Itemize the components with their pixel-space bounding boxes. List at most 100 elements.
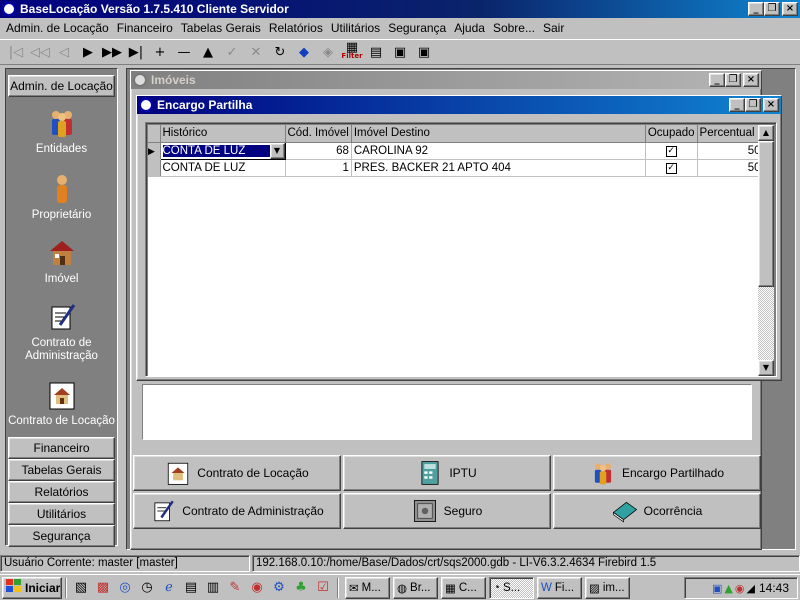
menu-seguranca[interactable]: Segurança — [384, 21, 450, 35]
cod-imovel-cell[interactable]: 68 — [285, 142, 352, 160]
tray-antivirus-icon[interactable]: ◉ — [735, 582, 745, 595]
ocorrencia-button[interactable]: Ocorrência — [553, 493, 761, 529]
iptu-button[interactable]: IPTU — [343, 455, 551, 491]
sidebar-section-relatorios[interactable]: Relatórios — [8, 481, 115, 503]
quicklaunch-doc-icon[interactable]: ▤ — [180, 577, 202, 599]
menu-sair[interactable]: Sair — [539, 21, 568, 35]
delete-icon[interactable]: — — [172, 41, 196, 63]
imovel-destino-cell[interactable]: PRES. BACKER 21 APTO 404 — [351, 159, 646, 177]
menu-ajuda[interactable]: Ajuda — [450, 21, 489, 35]
quicklaunch-target-icon[interactable]: ◉ — [246, 577, 268, 599]
report-icon[interactable]: ▤ — [364, 41, 388, 63]
task-explorer[interactable]: ▦ C... — [441, 576, 486, 599]
encargo-partilhado-button[interactable]: Encargo Partilhado — [553, 455, 761, 491]
insert-icon[interactable]: + — [148, 41, 172, 63]
tray-volume-icon[interactable]: ◢ — [747, 582, 755, 595]
menu-tabelas-gerais[interactable]: Tabelas Gerais — [177, 21, 265, 35]
percentual-cell[interactable]: 50 — [697, 159, 764, 177]
menu-admin-locacao[interactable]: Admin. de Locação — [2, 21, 113, 35]
close-button[interactable]: × — [743, 73, 759, 87]
quicklaunch-office-icon[interactable]: ▩ — [92, 577, 114, 599]
quicklaunch-clock-icon[interactable]: ◷ — [136, 577, 158, 599]
minimize-button[interactable]: _ — [709, 73, 725, 87]
clock[interactable]: 14:43 — [759, 581, 789, 595]
percentual-cell[interactable]: 50 — [697, 142, 764, 160]
col-historico[interactable]: Histórico — [160, 125, 286, 143]
close-button[interactable]: × — [782, 2, 798, 16]
clear-icon[interactable]: ◆ — [292, 41, 316, 63]
restore-button[interactable]: ❐ — [764, 2, 780, 16]
print-icon[interactable]: ▣ — [388, 41, 412, 63]
last-record-icon[interactable]: ▶| — [124, 41, 148, 63]
quicklaunch-desktop-icon[interactable]: ▧ — [70, 577, 92, 599]
scroll-thumb[interactable] — [758, 141, 774, 287]
prior-record-icon[interactable]: ◁ — [52, 41, 76, 63]
ocupado-cell[interactable]: ✓ — [645, 142, 698, 160]
cancel-icon[interactable]: ✕ — [244, 41, 268, 63]
sidebar-item-contrato-administracao[interactable]: Contrato de Administração — [6, 301, 117, 363]
menu-utilitarios[interactable]: Utilitários — [327, 21, 384, 35]
quicklaunch-search-icon[interactable]: ◎ — [114, 577, 136, 599]
contrato-locacao-button[interactable]: Contrato de Locação — [133, 455, 341, 491]
sidebar-section-utilitarios[interactable]: Utilitários — [8, 503, 115, 525]
menu-relatorios[interactable]: Relatórios — [265, 21, 327, 35]
next-record-icon[interactable]: ▶ — [76, 41, 100, 63]
first-record-icon[interactable]: |◁ — [4, 41, 28, 63]
task-browser[interactable]: ◍ Br... — [393, 576, 438, 599]
edit-icon[interactable]: ▲ — [196, 41, 220, 63]
sidebar-header-admin-locacao[interactable]: Admin. de Locação — [8, 75, 115, 97]
sidebar-item-entidades[interactable]: Entidades — [6, 107, 117, 156]
seguro-button[interactable]: Seguro — [343, 493, 551, 529]
ocupado-checkbox[interactable]: ✓ — [665, 163, 677, 174]
cod-imovel-cell[interactable]: 1 — [285, 159, 352, 177]
quicklaunch-ie-icon[interactable]: ℯ — [158, 577, 180, 599]
close-button[interactable]: × — [763, 98, 779, 112]
next-page-icon[interactable]: ▶▶ — [100, 41, 124, 63]
disk-icon[interactable]: ◈ — [316, 41, 340, 63]
vertical-scrollbar[interactable]: ▲ ▼ — [758, 125, 774, 376]
quicklaunch-network-icon[interactable]: ⚙ — [268, 577, 290, 599]
col-ocupado[interactable]: Ocupado — [645, 125, 698, 143]
col-imovel-destino[interactable]: Imóvel Destino — [351, 125, 646, 143]
scroll-down-icon[interactable]: ▼ — [758, 360, 774, 376]
table-row[interactable]: ▶ CONTA DE LUZ ▼ 68 CAROLINA 92 ✓ 50 — [148, 141, 764, 160]
contrato-administracao-button[interactable]: Contrato de Administração — [133, 493, 341, 529]
quicklaunch-game-icon[interactable]: ♣ — [290, 577, 312, 599]
historico-combo[interactable]: CONTA DE LUZ ▼ — [159, 141, 286, 160]
imovel-destino-cell[interactable]: CAROLINA 92 — [351, 142, 646, 160]
sidebar-section-seguranca[interactable]: Segurança — [8, 525, 115, 547]
col-cod-imovel[interactable]: Cód. Imóvel — [285, 125, 352, 143]
minimize-button[interactable]: _ — [729, 98, 745, 112]
maximize-button[interactable]: ❐ — [745, 98, 761, 112]
quicklaunch-notes-icon[interactable]: ▥ — [202, 577, 224, 599]
historico-cell[interactable]: CONTA DE LUZ — [160, 159, 286, 177]
scroll-up-icon[interactable]: ▲ — [758, 125, 774, 141]
tray-network-icon[interactable]: ▣ — [712, 582, 722, 595]
col-percentual[interactable]: Percentual — [697, 125, 764, 143]
task-image[interactable]: ▨ im... — [585, 576, 630, 599]
prior-page-icon[interactable]: ◁◁ — [28, 41, 52, 63]
refresh-icon[interactable]: ↻ — [268, 41, 292, 63]
quicklaunch-check-icon[interactable]: ☑ — [312, 577, 334, 599]
preview-icon[interactable]: ▣ — [412, 41, 436, 63]
sidebar-section-financeiro[interactable]: Financeiro — [8, 437, 115, 459]
sidebar-item-contrato-locacao[interactable]: Contrato de Locação — [6, 379, 117, 428]
menu-financeiro[interactable]: Financeiro — [113, 21, 177, 35]
minimize-button[interactable]: _ — [748, 2, 764, 16]
sidebar-section-tabelas-gerais[interactable]: Tabelas Gerais — [8, 459, 115, 481]
ocupado-cell[interactable]: ✓ — [645, 159, 698, 177]
maximize-button[interactable]: ❐ — [725, 73, 741, 87]
sidebar-item-imovel[interactable]: Imóvel — [6, 237, 117, 286]
post-icon[interactable]: ✓ — [220, 41, 244, 63]
filter-icon[interactable]: ▦ Filter — [340, 41, 364, 63]
start-button[interactable]: Iniciar — [2, 576, 62, 599]
chevron-down-icon[interactable]: ▼ — [269, 143, 284, 158]
quicklaunch-tool-icon[interactable]: ✎ — [224, 577, 246, 599]
menu-sobre[interactable]: Sobre... — [489, 21, 539, 35]
table-row[interactable]: CONTA DE LUZ 1 PRES. BACKER 21 APTO 404 … — [148, 159, 764, 177]
task-word[interactable]: W Fi... — [537, 576, 582, 599]
sidebar-item-proprietario[interactable]: Proprietário — [6, 173, 117, 222]
task-baselocacao[interactable]: ◔ S... — [489, 576, 534, 599]
tray-chart-icon[interactable]: ▲ — [724, 582, 732, 595]
ocupado-checkbox[interactable]: ✓ — [665, 146, 677, 157]
